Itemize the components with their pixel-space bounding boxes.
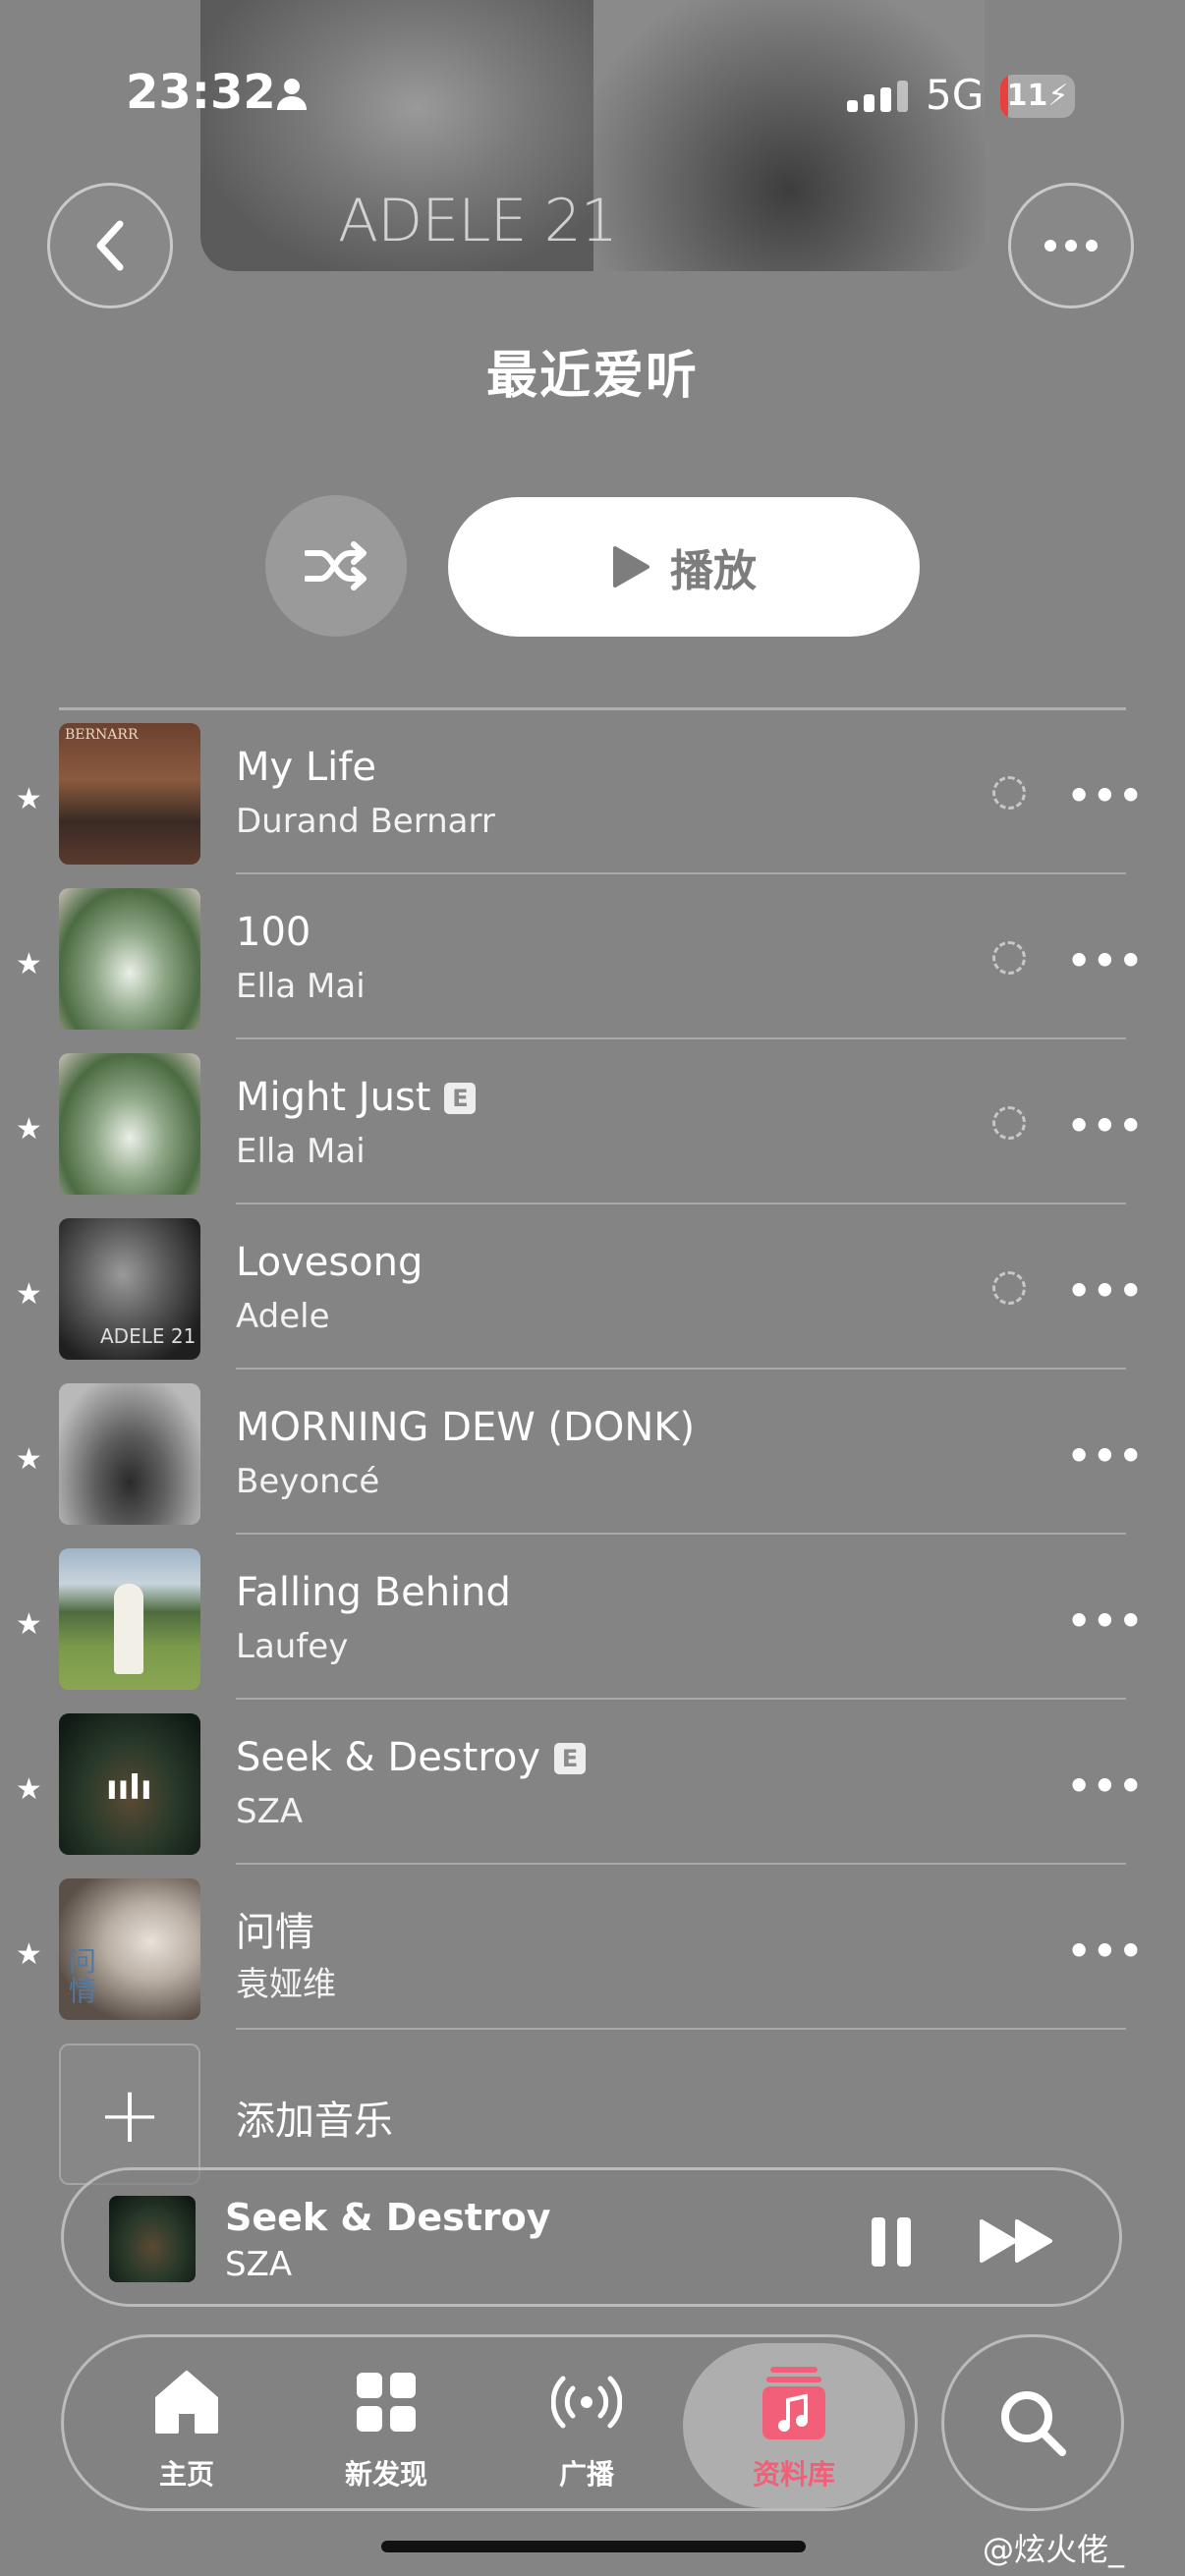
song-title: Might Just E xyxy=(236,1075,477,1120)
album-art: BERNARR xyxy=(59,723,200,865)
radio-icon xyxy=(551,2376,622,2429)
album-art xyxy=(59,1383,200,1525)
chevron-left-icon xyxy=(96,220,124,271)
star-icon: ★ xyxy=(16,782,42,816)
album-art: ıılı xyxy=(59,1713,200,1855)
song-artist: Ella Mai xyxy=(236,1132,366,1171)
song-title: 100 xyxy=(236,910,311,955)
song-title: My Life xyxy=(236,745,376,790)
song-artist: Laufey xyxy=(236,1627,349,1666)
plus-icon: + xyxy=(59,2044,200,2185)
artwork-text: ADELE 21 xyxy=(338,187,618,255)
song-artist: Adele xyxy=(236,1297,330,1336)
song-artist: 袁娅维 xyxy=(236,1965,336,2004)
library-icon xyxy=(762,2367,825,2439)
star-icon: ★ xyxy=(16,1277,42,1312)
now-playing-artist: SZA xyxy=(225,2245,293,2284)
explicit-badge: E xyxy=(554,1743,587,1774)
star-icon: ★ xyxy=(16,947,42,981)
song-title: MORNING DEW (DONK) xyxy=(236,1405,696,1450)
home-indicator[interactable] xyxy=(381,2541,806,2552)
download-progress-icon[interactable] xyxy=(992,941,1026,975)
more-options-button[interactable] xyxy=(1008,183,1134,308)
explicit-badge: E xyxy=(444,1083,477,1114)
search-icon xyxy=(1001,2391,1066,2456)
song-row[interactable]: ★ ıılı Seek & Destroy E SZA ••• xyxy=(0,1700,1185,1865)
playlist-title: 最近爱听 xyxy=(485,347,699,406)
battery-level: 11 xyxy=(1006,79,1048,113)
song-row[interactable]: ★ 问情 问情 袁娅维 ••• xyxy=(0,1865,1185,2030)
song-more-button[interactable]: ••• xyxy=(1067,1930,1145,1973)
album-art: ADELE 21 xyxy=(59,1218,200,1360)
song-row[interactable]: ★ ADELE 21 Lovesong Adele ••• xyxy=(0,1204,1185,1370)
now-playing-title: Seek & Destroy xyxy=(225,2196,551,2239)
pause-icon[interactable] xyxy=(870,2215,913,2268)
home-icon xyxy=(155,2371,218,2434)
download-progress-icon[interactable] xyxy=(992,776,1026,810)
album-art: 问情 xyxy=(59,1878,200,2020)
signal-icon xyxy=(847,81,908,112)
shuffle-button[interactable] xyxy=(265,495,407,637)
song-artist: Durand Bernarr xyxy=(236,802,495,841)
song-title: Seek & Destroy E xyxy=(236,1735,587,1780)
battery-indicator: 11⚡ xyxy=(1000,75,1075,118)
song-more-button[interactable]: ••• xyxy=(1067,1104,1145,1148)
back-button[interactable] xyxy=(47,183,173,308)
tab-library[interactable]: 资料库 xyxy=(683,2343,905,2508)
song-row[interactable]: ★ BERNARR My Life Durand Bernarr ••• xyxy=(0,709,1185,874)
status-bar: 23:32 5G 11⚡ xyxy=(0,0,1185,196)
tab-bar: 主页 新发现 广播 资料库 xyxy=(61,2334,918,2511)
song-artist: Ella Mai xyxy=(236,967,366,1006)
star-icon: ★ xyxy=(16,1112,42,1147)
shuffle-icon xyxy=(305,541,367,590)
mini-player[interactable]: Seek & Destroy SZA xyxy=(61,2167,1122,2307)
song-row[interactable]: ★ 100 Ella Mai ••• xyxy=(0,874,1185,1039)
tab-label: 广播 xyxy=(558,2458,614,2491)
star-icon: ★ xyxy=(16,1772,42,1807)
play-icon xyxy=(613,546,649,588)
add-music-label: 添加音乐 xyxy=(236,2099,393,2144)
song-title: Lovesong xyxy=(236,1240,423,1285)
song-more-button[interactable]: ••• xyxy=(1067,1269,1145,1313)
song-artist: SZA xyxy=(236,1792,304,1831)
song-more-button[interactable]: ••• xyxy=(1067,1599,1145,1643)
now-playing-artwork xyxy=(109,2196,196,2282)
download-progress-icon[interactable] xyxy=(992,1106,1026,1140)
album-art xyxy=(59,1548,200,1690)
ellipsis-icon xyxy=(1044,240,1098,252)
download-progress-icon[interactable] xyxy=(992,1271,1026,1305)
grid-icon xyxy=(357,2373,416,2432)
play-label: 播放 xyxy=(670,546,757,596)
star-icon: ★ xyxy=(16,1607,42,1642)
star-icon: ★ xyxy=(16,1937,42,1972)
status-time: 23:32 xyxy=(126,65,276,120)
play-button[interactable]: 播放 xyxy=(448,497,920,637)
song-title: 问情 xyxy=(236,1910,314,1955)
song-row[interactable]: ★ Might Just E Ella Mai ••• xyxy=(0,1039,1185,1204)
tab-label: 资料库 xyxy=(752,2458,835,2491)
star-icon: ★ xyxy=(16,1442,42,1477)
network-type: 5G xyxy=(926,71,985,119)
tab-label: 新发现 xyxy=(344,2458,427,2491)
song-artist: Beyoncé xyxy=(236,1462,380,1501)
song-more-button[interactable]: ••• xyxy=(1067,939,1145,982)
forward-icon[interactable] xyxy=(978,2217,1056,2265)
song-more-button[interactable]: ••• xyxy=(1067,1764,1145,1808)
song-row[interactable]: ★ Falling Behind Laufey ••• xyxy=(0,1535,1185,1700)
tab-radio[interactable]: 广播 xyxy=(488,2337,685,2514)
album-art xyxy=(59,1053,200,1195)
song-title: Falling Behind xyxy=(236,1570,511,1615)
song-more-button[interactable]: ••• xyxy=(1067,1434,1145,1478)
tab-label: 主页 xyxy=(158,2458,214,2491)
search-button[interactable] xyxy=(941,2334,1124,2511)
song-more-button[interactable]: ••• xyxy=(1067,774,1145,817)
song-row[interactable]: ★ MORNING DEW (DONK) Beyoncé ••• xyxy=(0,1370,1185,1535)
tab-home[interactable]: 主页 xyxy=(88,2337,285,2514)
person-icon xyxy=(277,79,307,110)
now-playing-bars-icon: ıılı xyxy=(106,1768,152,1808)
watermark: @炫火佬_ xyxy=(983,2531,1125,2568)
album-art xyxy=(59,888,200,1030)
tab-discover[interactable]: 新发现 xyxy=(288,2337,484,2514)
